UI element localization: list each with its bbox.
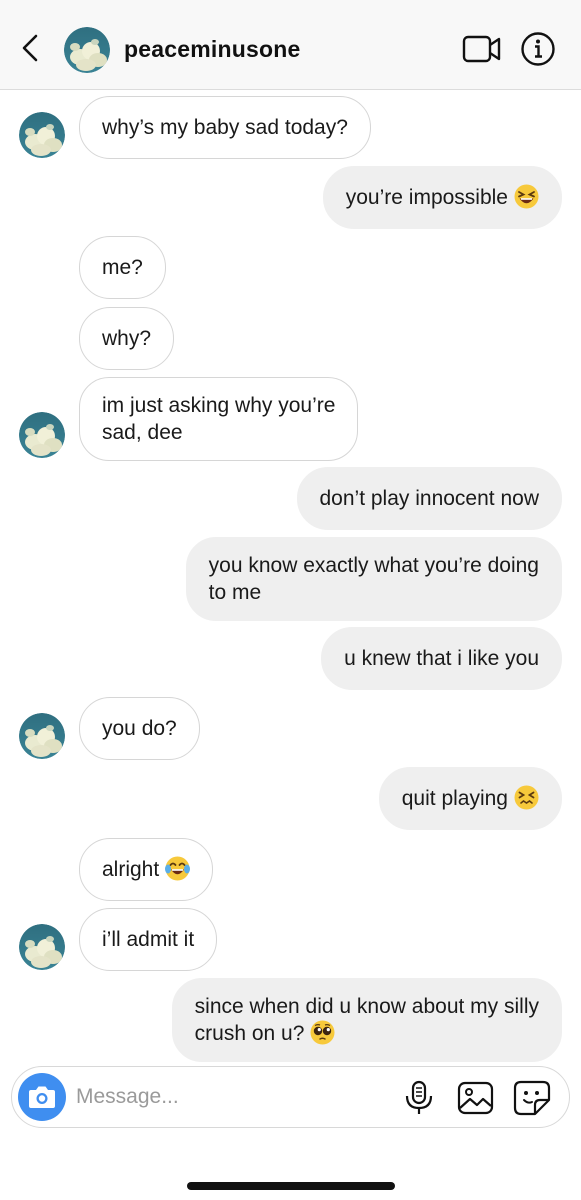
video-call-button[interactable] xyxy=(462,34,502,64)
message-input[interactable] xyxy=(76,1081,376,1113)
message-text: alright xyxy=(102,858,160,881)
message-text: why’s my baby sad today? xyxy=(102,116,348,139)
message-bubble-incoming[interactable]: why? xyxy=(79,307,175,370)
camera-button[interactable] xyxy=(18,1073,66,1121)
gallery-icon xyxy=(457,1081,494,1115)
gallery-button[interactable] xyxy=(456,1080,496,1116)
message-bubble-outgoing[interactable]: u knew that i like you xyxy=(321,627,562,690)
message-text-line: crush on u? xyxy=(195,1020,539,1047)
video-camera-icon xyxy=(462,35,501,63)
info-icon xyxy=(521,32,555,66)
sticker-icon xyxy=(513,1080,551,1116)
message-text: you’re impossible xyxy=(345,186,508,209)
confounded-face-icon xyxy=(514,785,539,810)
message-bubble-incoming[interactable]: why’s my baby sad today? xyxy=(79,96,371,159)
info-button[interactable] xyxy=(520,31,556,67)
message-bubble-incoming[interactable]: alright xyxy=(79,838,214,901)
message-text-line: to me xyxy=(208,581,262,604)
message-text: you do? xyxy=(102,717,177,740)
message-text: i’ll admit it xyxy=(102,928,195,951)
message-text: u knew that i like you xyxy=(344,647,539,670)
avatar[interactable] xyxy=(19,112,65,158)
message-text-line: since when did u know about my silly xyxy=(194,995,539,1018)
pleading-face-icon xyxy=(310,1020,336,1045)
message-composer xyxy=(11,1066,570,1128)
home-indicator xyxy=(187,1182,395,1190)
chat-username[interactable]: peaceminusone xyxy=(124,36,300,63)
message-text: me? xyxy=(102,256,143,279)
message-text: don’t play innocent now xyxy=(319,487,540,510)
sticker-button[interactable] xyxy=(512,1079,552,1117)
tears-of-joy-face-icon xyxy=(165,856,191,881)
avatar[interactable] xyxy=(19,924,65,970)
avatar[interactable] xyxy=(19,412,65,458)
message-bubble-outgoing[interactable]: quit playing xyxy=(378,767,562,830)
message-bubble-outgoing[interactable]: you know exactly what you’re doing to me xyxy=(185,537,562,621)
grinning-squinting-face-icon xyxy=(514,184,539,209)
header-avatar[interactable] xyxy=(64,27,110,73)
message-bubble-incoming[interactable]: im just asking why you’re sad, dee xyxy=(79,377,359,461)
message-text: quit playing xyxy=(401,787,508,810)
microphone-button[interactable] xyxy=(402,1080,436,1116)
microphone-icon xyxy=(405,1080,433,1114)
message-bubble-incoming[interactable]: i’ll admit it xyxy=(79,908,218,971)
message-text: why? xyxy=(102,327,152,350)
message-bubble-incoming[interactable]: me? xyxy=(79,236,166,299)
message-bubble-outgoing[interactable]: you’re impossible xyxy=(322,166,562,229)
message-bubble-outgoing[interactable]: don’t play innocent now xyxy=(296,467,562,530)
message-text-line: sad, dee xyxy=(102,421,183,444)
message-text-line: you know exactly what you’re doing xyxy=(208,554,539,577)
message-text-line: im just asking why you’re xyxy=(102,394,336,417)
message-bubble-incoming[interactable]: you do? xyxy=(79,697,200,760)
message-bubble-outgoing[interactable]: since when did u know about my silly cru… xyxy=(171,978,562,1062)
chat-header: peaceminusone xyxy=(0,0,581,90)
chevron-left-icon xyxy=(22,34,38,62)
camera-icon xyxy=(29,1086,55,1108)
avatar[interactable] xyxy=(19,713,65,759)
back-button[interactable] xyxy=(18,33,44,63)
